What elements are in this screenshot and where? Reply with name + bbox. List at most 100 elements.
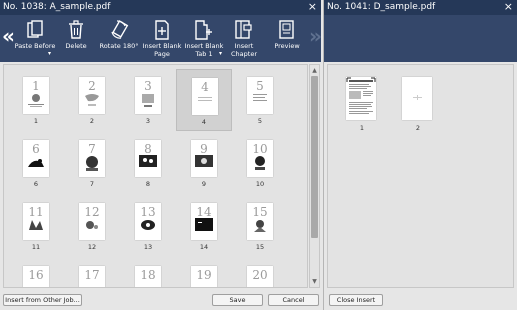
page-thumbnail-image[interactable]: 9 (191, 140, 217, 177)
vertical-scrollbar[interactable]: ▲ ▼ (309, 64, 320, 288)
page-thumbnail-number: 20 (252, 268, 268, 282)
page-thumbnail[interactable]: 14 14 (176, 195, 232, 257)
cancel-button[interactable]: Cancel (268, 294, 319, 306)
insert-blank-tab-button[interactable]: Insert Blank Tab 1 ▾ (184, 17, 224, 58)
page-thumbnail[interactable]: 11 (8, 69, 64, 131)
page-thumbnail-image[interactable]: 8 (135, 140, 161, 177)
page-thumbnail-caption: 6 (33, 180, 39, 188)
page-thumbnail-image[interactable]: 13 (135, 203, 161, 240)
page-thumbnail[interactable]: 99 (176, 132, 232, 194)
rotate-180-button[interactable]: Rotate 180° (99, 17, 139, 51)
right-close-icon[interactable]: × (504, 0, 513, 14)
scroll-down-icon[interactable]: ▼ (310, 277, 319, 286)
page-thumbnail-caption: 3 (145, 117, 151, 125)
page-thumbnail-image[interactable]: 6 (23, 140, 49, 177)
left-close-icon[interactable]: × (308, 0, 317, 14)
insert-source-page[interactable]: 2 (396, 69, 440, 132)
paste-dropdown-icon[interactable]: ▾ (48, 50, 51, 58)
page-illustration (138, 92, 158, 114)
page-thumbnail-image[interactable]: 5 (247, 77, 273, 114)
page-thumbnail-number: 16 (28, 268, 44, 282)
page-thumbnail-image[interactable]: 14 (191, 203, 217, 240)
page-thumbnail-caption: 10 (255, 180, 265, 188)
page-illustration (26, 218, 46, 240)
page-thumbnail-image[interactable]: 7 (79, 140, 105, 177)
trash-icon (69, 20, 83, 39)
preview-button[interactable]: Preview (271, 17, 303, 51)
page-thumbnail-caption: 11 (31, 243, 41, 251)
rotate-icon (111, 20, 129, 39)
page-thumbnail-caption: 9 (201, 180, 207, 188)
delete-button[interactable]: Delete (62, 17, 90, 51)
preview-label: Preview (274, 42, 300, 50)
page-thumbnail-caption: 2 (89, 117, 95, 125)
paste-before-button[interactable]: Paste Before ▾ (13, 17, 57, 57)
page-thumbnail-number: 3 (144, 79, 152, 93)
insert-chapter-label: Insert Chapter (231, 42, 257, 58)
document-page-icon (413, 95, 422, 100)
page-thumbnail[interactable]: 88 (120, 132, 176, 194)
page-thumbnail[interactable]: 16 (8, 258, 64, 287)
page-thumbnail-image[interactable]: 4 (192, 78, 218, 115)
page-illustration (250, 218, 270, 240)
page-illustration (138, 155, 158, 177)
page-thumbnail-caption: 5 (257, 117, 263, 125)
page-thumbnail-number: 5 (256, 79, 264, 93)
page-thumbnail-number: 14 (196, 205, 212, 219)
preview-icon (279, 20, 294, 39)
close-insert-button[interactable]: Close Insert (329, 294, 383, 306)
insert-blank-page-label: Insert Blank Page (142, 42, 182, 58)
tab-dropdown-icon[interactable]: ▾ (219, 50, 222, 58)
page-thumbnail-image[interactable]: 20 (247, 266, 273, 287)
insert-chapter-button[interactable]: Insert Chapter (226, 17, 262, 58)
page-illustration (250, 155, 270, 177)
page-thumbnail-caption: 8 (145, 180, 151, 188)
page-thumbnail-image[interactable]: 18 (135, 266, 161, 287)
page-thumbnail[interactable]: 13 13 (120, 195, 176, 257)
insert-source-page[interactable]: 1 (340, 69, 384, 132)
page-thumbnail-number: 11 (28, 205, 44, 219)
page-thumbnail[interactable]: 44 (176, 69, 232, 131)
page-thumbnail[interactable]: 11 11 (8, 195, 64, 257)
insert-source-page-thumbnail[interactable] (346, 77, 376, 120)
page-thumbnail-image[interactable]: 17 (79, 266, 105, 287)
page-thumbnail-grid: 1 1 2 2 3 3 4 4 5 5 6 6 7 7 8 8 9 9 10 10 11 11 12 12 13 13 14 14 15… (4, 65, 307, 287)
page-thumbnail[interactable]: 12 12 (64, 195, 120, 257)
page-thumbnail-image[interactable]: 10 (247, 140, 273, 177)
save-button[interactable]: Save (212, 294, 263, 306)
page-thumbnail[interactable]: 55 (232, 69, 288, 131)
toolbar-scroll-right-icon[interactable]: » (309, 26, 322, 46)
insert-blank-page-button[interactable]: Insert Blank Page (142, 17, 182, 58)
page-thumbnail-number: 9 (200, 142, 208, 156)
insert-from-other-job-button[interactable]: Insert from Other Job... (3, 294, 82, 306)
page-thumbnail[interactable]: 10 10 (232, 132, 288, 194)
insert-source-page-caption: 1 (359, 124, 365, 132)
left-toolbar: « Paste Before ▾ Delete Rotate 180° Inse… (0, 15, 322, 62)
page-thumbnail[interactable]: 20 (232, 258, 288, 287)
page-thumbnail-image[interactable]: 11 (23, 203, 49, 240)
page-illustration (250, 92, 270, 114)
page-thumbnail[interactable]: 18 (120, 258, 176, 287)
page-thumbnail-image[interactable]: 2 (79, 77, 105, 114)
page-thumbnail-caption: 15 (255, 243, 265, 251)
page-thumbnail-image[interactable]: 1 (23, 77, 49, 114)
page-thumbnail-image[interactable]: 19 (191, 266, 217, 287)
page-thumbnail[interactable]: 15 15 (232, 195, 288, 257)
page-thumbnail[interactable]: 22 (64, 69, 120, 131)
page-thumbnail-image[interactable]: 16 (23, 266, 49, 287)
page-thumbnail-image[interactable]: 12 (79, 203, 105, 240)
page-thumbnail[interactable]: 33 (120, 69, 176, 131)
scrollbar-thumb[interactable] (311, 76, 318, 238)
page-thumbnail[interactable]: 17 (64, 258, 120, 287)
insert-blank-tab-label: Insert Blank Tab 1 (184, 42, 224, 58)
page-thumbnail-image[interactable]: 3 (135, 77, 161, 114)
insert-source-page-thumbnail[interactable] (402, 77, 432, 120)
scroll-up-icon[interactable]: ▲ (310, 66, 319, 75)
insert-source-page-caption: 2 (415, 124, 421, 132)
page-thumbnail-caption: 13 (143, 243, 153, 251)
page-thumbnail[interactable]: 19 (176, 258, 232, 287)
page-thumbnail-number: 7 (88, 142, 96, 156)
page-thumbnail-image[interactable]: 15 (247, 203, 273, 240)
page-thumbnail[interactable]: 77 (64, 132, 120, 194)
page-thumbnail[interactable]: 66 (8, 132, 64, 194)
